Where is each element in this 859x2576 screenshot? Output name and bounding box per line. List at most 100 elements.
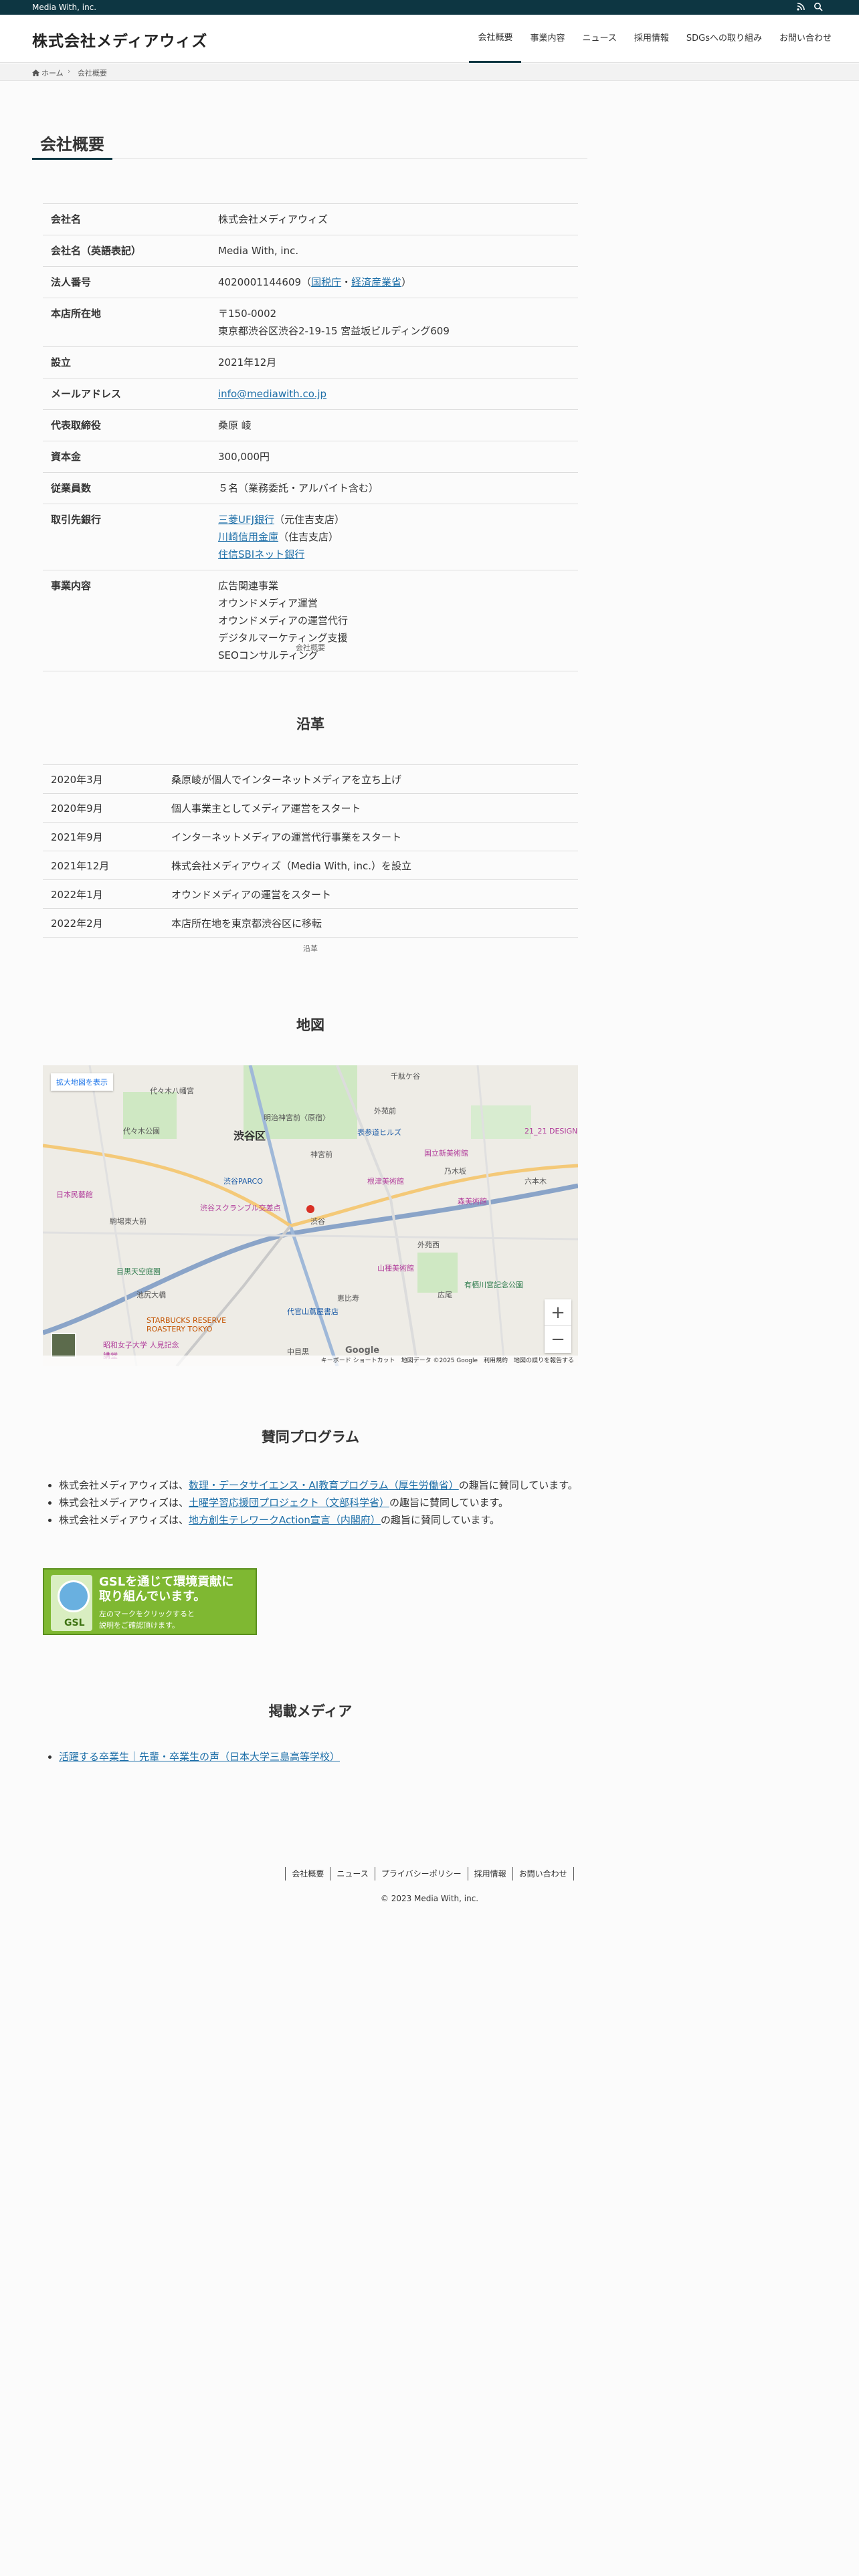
- nav-contact[interactable]: お問い合わせ: [771, 15, 840, 63]
- bank-link-mufg[interactable]: 三菱UFJ銀行: [218, 514, 274, 526]
- gsl-subtext: 左のマークをクリックすると 説明をご確認頂けます。: [99, 1608, 195, 1631]
- map-label: 池尻大橋: [136, 1291, 166, 1299]
- top-bar: Media With, inc.: [0, 0, 859, 15]
- map-enlarge-link[interactable]: 拡大地図を表示: [51, 1073, 113, 1091]
- map-label: 神宮前: [310, 1150, 332, 1159]
- rss-icon[interactable]: [797, 3, 805, 11]
- map-footer[interactable]: キーボード ショートカット 地図データ ©2025 Google 利用規約 地図…: [43, 1356, 578, 1366]
- history-event: 個人事業主としてメディア運営をスタート: [163, 793, 578, 823]
- nav-sdgs[interactable]: SDGsへの取り組み: [678, 15, 771, 63]
- map-label: 明治神宮前〈原宿〉: [264, 1113, 330, 1122]
- map-label: 渋谷PARCO: [223, 1177, 263, 1186]
- table-row: 2021年12月 株式会社メディアウィズ（Media With, inc.）を設立: [43, 851, 578, 880]
- row-label: 法人番号: [43, 266, 210, 298]
- google-logo: Google: [345, 1346, 380, 1356]
- company-table: 会社名 株式会社メディアウィズ 会社名（英語表記） Media With, inc.…: [43, 203, 578, 671]
- list-item: 株式会社メディアウィズは、土曜学習応援団プロジェクト（文部科学省）の趣旨に賛同し…: [59, 1494, 585, 1511]
- row-label: 従業員数: [43, 472, 210, 504]
- breadcrumb-current: 会社概要: [78, 69, 107, 78]
- row-value: info@mediawith.co.jp: [210, 378, 578, 410]
- bank-branch: （住吉支店）: [278, 531, 339, 543]
- support-text: 株式会社メディアウィズは、: [59, 1497, 189, 1509]
- table-row: 取引先銀行 三菱UFJ銀行（元住吉支店） 川崎信用金庫（住吉支店） 住信SBIネ…: [43, 504, 578, 570]
- bank-link-kawasaki[interactable]: 川崎信用金庫: [218, 531, 278, 543]
- zoom-in-button[interactable]: +: [545, 1299, 571, 1326]
- table-row: メールアドレス info@mediawith.co.jp: [43, 378, 578, 410]
- table-row: 会社名 株式会社メディアウィズ: [43, 203, 578, 235]
- site-logo[interactable]: 株式会社メディアウィズ: [32, 28, 207, 51]
- table-row: 2021年9月 インターネットメディアの運営代行事業をスタート: [43, 822, 578, 851]
- footer-link-news[interactable]: ニュース: [330, 1867, 374, 1881]
- support-link-ds[interactable]: 数理・データサイエンス・AI教育プログラム（厚生労働省）: [189, 1479, 459, 1491]
- history-date: 2020年9月: [43, 793, 163, 823]
- history-event: 桑原崚が個人でインターネットメディアを立ち上げ: [163, 764, 578, 794]
- row-value: 広告関連事業 オウンドメディア運営 オウンドメディアの運営代行 デジタルマーケテ…: [210, 570, 578, 671]
- address: 東京都渋谷区渋谷2-19-15 宮益坂ビルディング609: [218, 325, 450, 337]
- list-item: 株式会社メディアウィズは、数理・データサイエンス・AI教育プログラム（厚生労働省…: [59, 1477, 585, 1494]
- row-label: 取引先銀行: [43, 504, 210, 570]
- footer-link-contact[interactable]: お問い合わせ: [512, 1867, 574, 1881]
- google-map[interactable]: 拡大地図を表示 代々木八幡宮 代々木公園 渋谷区 明治神宮前〈原宿〉 表参道ヒル…: [43, 1065, 578, 1366]
- nav-news[interactable]: ニュース: [574, 15, 626, 63]
- footer-link-company[interactable]: 会社概要: [285, 1867, 330, 1881]
- support-text: の趣旨に賛同しています。: [380, 1514, 500, 1526]
- zoom-out-button[interactable]: −: [545, 1326, 571, 1353]
- business-item: オウンドメディア運営: [218, 597, 318, 609]
- support-link-telework[interactable]: 地方創生テレワークAction宣言（内閣府）: [189, 1514, 381, 1526]
- support-text: の趣旨に賛同しています。: [458, 1479, 578, 1491]
- row-value: 2021年12月: [210, 346, 578, 379]
- map-label: 表参道ヒルズ: [357, 1128, 401, 1137]
- map-label: 外苑西: [417, 1241, 440, 1249]
- business-item: オウンドメディアの運営代行: [218, 615, 348, 627]
- map-heading: 地図: [296, 1017, 324, 1033]
- bank-link-sbi[interactable]: 住信SBIネット銀行: [218, 548, 304, 560]
- table-row: 本店所在地 〒150-0002 東京都渋谷区渋谷2-19-15 宮益坂ビルディング6…: [43, 298, 578, 347]
- meti-link[interactable]: 経済産業省: [351, 276, 401, 288]
- table-row: 設立 2021年12月: [43, 346, 578, 379]
- map-satellite-toggle[interactable]: [51, 1333, 76, 1358]
- table-row: 従業員数 ５名（業務委託・アルバイト含む）: [43, 472, 578, 504]
- history-table: 2020年3月 桑原崚が個人でインターネットメディアを立ち上げ 2020年9月 個人…: [43, 764, 578, 938]
- row-value: 三菱UFJ銀行（元住吉支店） 川崎信用金庫（住吉支店） 住信SBIネット銀行: [210, 504, 578, 570]
- global-nav: 会社概要 事業内容 ニュース 採用情報 SDGsへの取り組み お問い合わせ: [469, 15, 840, 63]
- footer-link-recruit[interactable]: 採用情報: [467, 1867, 512, 1881]
- row-label: 事業内容: [43, 570, 210, 671]
- table-row: 2022年1月 オウンドメディアの運営をスタート: [43, 879, 578, 909]
- history-date: 2022年1月: [43, 879, 163, 909]
- nta-link[interactable]: 国税庁: [311, 276, 341, 288]
- map-label: 千駄ケ谷: [391, 1072, 420, 1081]
- table-row: 2020年9月 個人事業主としてメディア運営をスタート: [43, 793, 578, 823]
- support-list: 株式会社メディアウィズは、数理・データサイエンス・AI教育プログラム（厚生労働省…: [43, 1477, 585, 1529]
- history-caption: 沿革: [303, 944, 318, 953]
- gsl-badge: GSL: [64, 1618, 85, 1628]
- support-text: の趣旨に賛同しています。: [389, 1497, 509, 1509]
- media-heading: 掲載メディア: [268, 1703, 353, 1719]
- breadcrumb-home[interactable]: ホーム: [32, 68, 64, 78]
- row-label: メールアドレス: [43, 378, 210, 410]
- row-label: 代表取締役: [43, 409, 210, 441]
- bank-branch: （元住吉支店）: [274, 514, 345, 526]
- business-item: 広告関連事業: [218, 580, 279, 592]
- row-value: 株式会社メディアウィズ: [210, 203, 578, 235]
- support-link-saturday[interactable]: 土曜学習応援団プロジェクト（文部科学省）: [189, 1497, 389, 1509]
- nav-business[interactable]: 事業内容: [521, 15, 573, 63]
- nav-recruit[interactable]: 採用情報: [626, 15, 678, 63]
- map-label: 山種美術館: [377, 1264, 414, 1273]
- nav-company[interactable]: 会社概要: [469, 15, 522, 63]
- history-date: 2020年3月: [43, 764, 163, 794]
- search-icon[interactable]: [814, 2, 823, 11]
- email-link[interactable]: info@mediawith.co.jp: [218, 388, 326, 400]
- support-text: 株式会社メディアウィズは、: [59, 1514, 189, 1526]
- copyright: © 2023 Media With, inc.: [380, 1894, 479, 1903]
- row-value: 300,000円: [210, 441, 578, 473]
- media-link[interactable]: 活躍する卒業生｜先輩・卒業生の声（日本大学三島高等学校）: [59, 1751, 340, 1763]
- row-label: 本店所在地: [43, 298, 210, 347]
- footer-link-privacy[interactable]: プライバシーポリシー: [374, 1867, 468, 1881]
- map-label: 外苑前: [374, 1107, 396, 1115]
- map-label: 国立新美術館: [424, 1149, 468, 1158]
- list-item: 活躍する卒業生｜先輩・卒業生の声（日本大学三島高等学校）: [59, 1749, 340, 1763]
- company-table-caption: 会社概要: [296, 643, 325, 652]
- gsl-banner[interactable]: GSL GSLを通じて環境貢献に 取り組んでいます。 左のマークをクリックすると説…: [43, 1568, 257, 1635]
- map-label: 森美術館: [458, 1197, 487, 1206]
- row-value: 4020001144609（国税庁・経済産業省）: [210, 266, 578, 298]
